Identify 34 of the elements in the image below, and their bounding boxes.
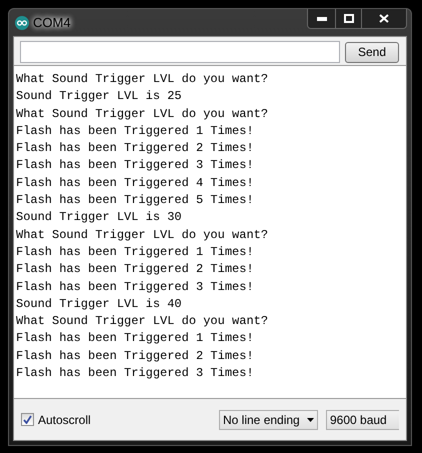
- output-line: Flash has been Triggered 3 Times!: [16, 278, 255, 296]
- output-line: Flash has been Triggered 2 Times!: [16, 348, 255, 365]
- output-line: Flash has been Triggered 1 Times!: [16, 244, 255, 261]
- output-line: Sound Trigger LVL is 30: [16, 209, 183, 226]
- output-line: What Sound Trigger LVL do you want?: [16, 106, 270, 123]
- output-line: What Sound Trigger LVL do you want?: [16, 313, 270, 330]
- output-line: Flash has been Triggered 5 Times!: [16, 192, 255, 210]
- output-line: Sound Trigger LVL is 40: [16, 296, 183, 313]
- checkmark-icon: [23, 415, 32, 424]
- maximize-icon: [344, 14, 354, 23]
- infinity-logo-icon: [15, 16, 29, 30]
- maximize-button[interactable]: [336, 9, 362, 28]
- autoscroll-checkbox[interactable]: [21, 413, 34, 426]
- dropdown-arrow-icon: [307, 418, 314, 422]
- minimize-icon: [316, 16, 326, 20]
- output-line: Flash has been Triggered 3 Times!: [16, 157, 255, 174]
- send-button[interactable]: Send: [345, 42, 399, 62]
- minimize-button[interactable]: [308, 9, 336, 28]
- output-line: Flash has been Triggered 2 Times!: [16, 140, 255, 158]
- output-line: Flash has been Triggered 1 Times!: [16, 330, 255, 348]
- window-title: COM4: [33, 14, 71, 32]
- output-line: Flash has been Triggered 4 Times!: [16, 174, 255, 192]
- close-icon: [379, 14, 389, 23]
- input-field[interactable]: [20, 41, 340, 63]
- output-line: Sound Trigger LVL is 25: [16, 88, 183, 106]
- output-line: Flash has been Triggered 1 Times!: [16, 122, 255, 140]
- autoscroll-label: Autoscroll: [38, 412, 91, 428]
- output-line: What Sound Trigger LVL do you want?: [16, 226, 270, 244]
- output-line: Flash has been Triggered 2 Times!: [16, 261, 255, 278]
- output-line: Flash has been Triggered 3 Times!: [16, 365, 255, 382]
- baud-dropdown[interactable]: 9600 baud: [326, 410, 399, 430]
- output-line: What Sound Trigger LVL do you want?: [16, 71, 270, 88]
- close-button[interactable]: [362, 9, 406, 28]
- line-ending-dropdown[interactable]: No line ending: [219, 410, 318, 430]
